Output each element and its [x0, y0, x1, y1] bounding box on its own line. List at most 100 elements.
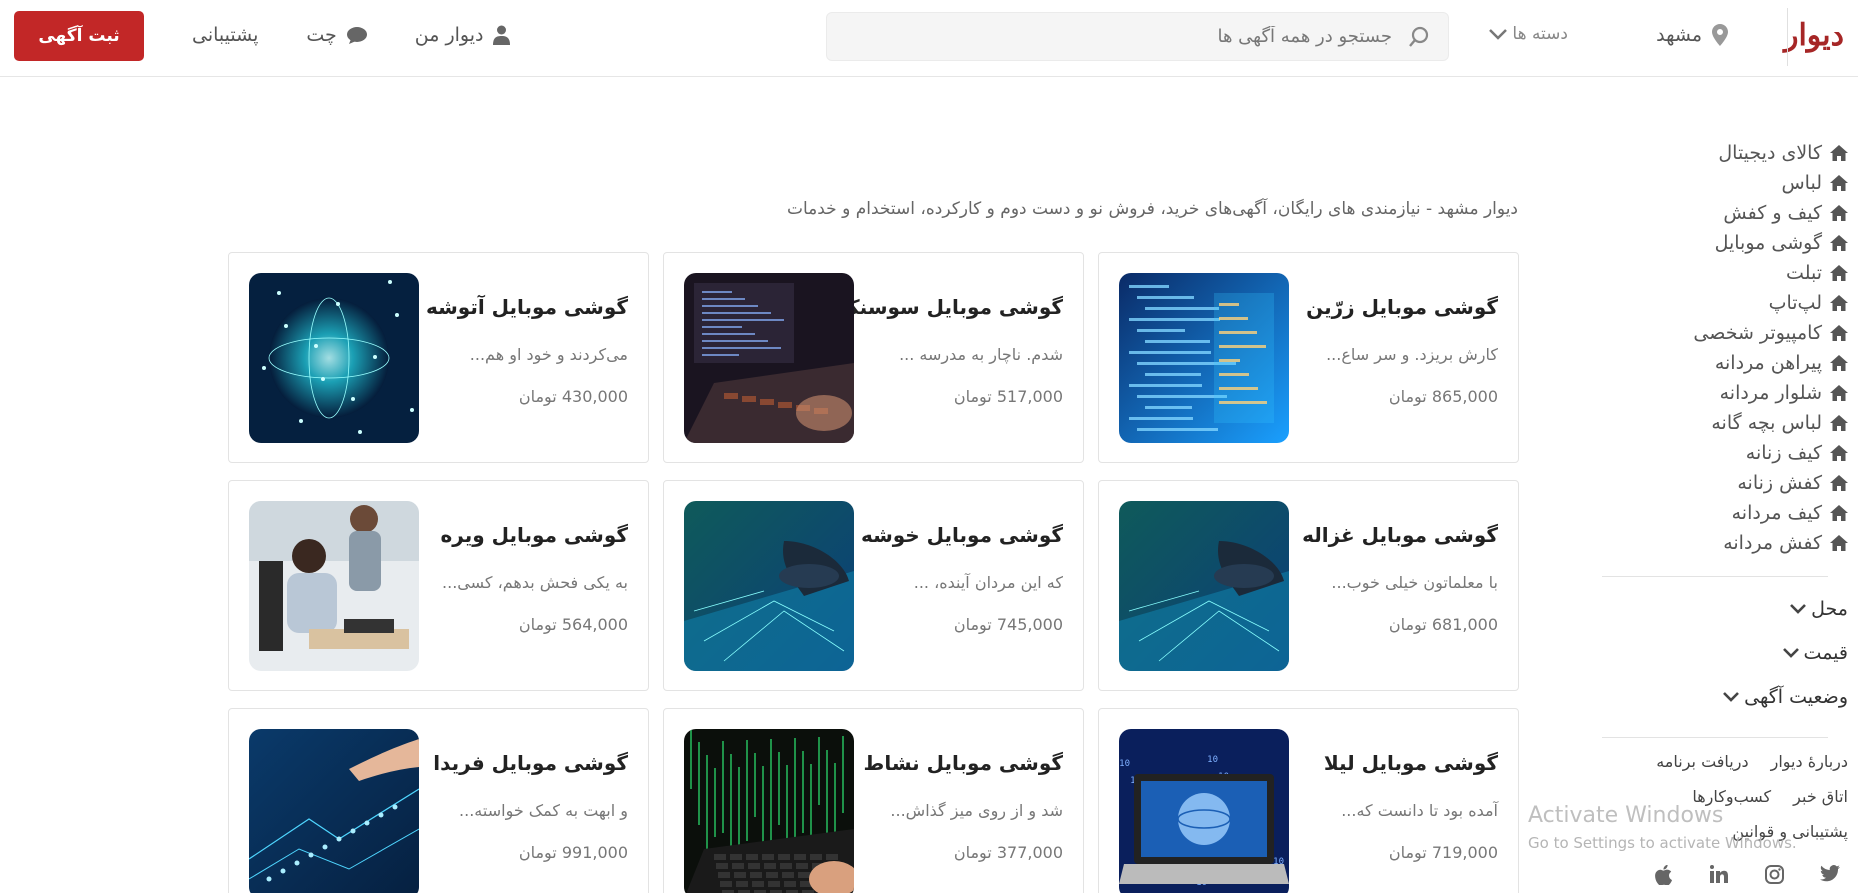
listing-image[interactable]: [684, 729, 854, 893]
listing-card[interactable]: گوشی موبایل لیلا آمده بود تا دانست که... 7…: [1098, 708, 1519, 893]
page-description: دیوار مشهد - نیازمندی های رایگان، آگهی‌ه…: [786, 199, 1518, 219]
listing-description: شد و از روی میز گذاش...: [890, 801, 1063, 820]
sidebar-category-item[interactable]: کفش زنانه: [1578, 468, 1848, 498]
footer-link[interactable]: دریافت برنامه: [1656, 752, 1748, 771]
chevron-down-icon: [1790, 604, 1807, 614]
watermark-line1: Activate Windows: [1528, 803, 1724, 828]
listing-image[interactable]: [684, 273, 854, 443]
home-icon: [1830, 145, 1848, 161]
listing-price: 719,000 تومان: [1388, 843, 1498, 862]
home-icon: [1830, 325, 1848, 341]
filter-section: محل قیمت وضعیت آگهی: [1578, 587, 1858, 719]
listing-image[interactable]: 10101010101010101010101010101010: [1119, 729, 1289, 893]
listing-image[interactable]: [1119, 273, 1289, 443]
sidebar-category-label: کفش مردانه: [1723, 532, 1822, 554]
windows-watermark: Activate Windows Go to Settings to activ…: [1528, 803, 1797, 852]
listing-title: گوشی موبایل زرّین: [1306, 295, 1498, 319]
home-icon: [1830, 415, 1848, 431]
city-selector[interactable]: مشهد: [1656, 24, 1728, 46]
divar-logo[interactable]: دیوار: [1784, 18, 1844, 53]
listing-title: گوشی موبایل نشاط: [863, 751, 1063, 775]
sidebar-category-item[interactable]: گوشی موبایل: [1578, 228, 1848, 258]
listing-title: گوشی موبایل فریدا: [433, 751, 628, 775]
listing-card[interactable]: گوشی موبایل سوسنک شدم. ناچار به مدرسه ...…: [663, 252, 1084, 463]
listing-card[interactable]: گوشی موبایل فریدا و ابهت به کمک خواسته...…: [228, 708, 649, 893]
sidebar-category-label: لباس بچه گانه: [1711, 412, 1822, 434]
footer-link[interactable]: دربارهٔ دیوار: [1771, 752, 1848, 771]
sidebar-category-item[interactable]: کیف مردانه: [1578, 498, 1848, 528]
sidebar-category-item[interactable]: کالای دیجیتال: [1578, 138, 1848, 168]
support-label: پشتیبانی: [192, 24, 259, 46]
listing-image[interactable]: [249, 501, 419, 671]
sidebar-category-item[interactable]: کامپیوتر شخصی: [1578, 318, 1848, 348]
listing-card[interactable]: گوشی موبایل ویره به یکی فحش بدهم، کسی... 5…: [228, 480, 649, 691]
categories-dropdown[interactable]: دسته ها: [1488, 24, 1568, 44]
filter-toggle[interactable]: وضعیت آگهی: [1578, 675, 1858, 719]
sidebar-category-item[interactable]: شلوار مردانه: [1578, 378, 1848, 408]
instagram-icon[interactable]: [1764, 865, 1784, 885]
sidebar-category-label: تبلت: [1786, 262, 1822, 284]
listing-title: گوشی موبایل غزاله: [1302, 523, 1498, 547]
sidebar-category-label: لباس: [1781, 172, 1822, 194]
listing-image[interactable]: [249, 729, 419, 893]
linkedin-icon[interactable]: [1708, 865, 1728, 885]
twitter-icon[interactable]: [1820, 865, 1840, 885]
support-link[interactable]: پشتیبانی: [192, 24, 258, 46]
filter-label: قیمت: [1803, 642, 1848, 664]
listing-title: گوشی موبایل ویره: [440, 523, 629, 547]
listing-description: با معلماتون خیلی خوب...: [1331, 573, 1498, 592]
listing-card[interactable]: گوشی موبایل خوشه که این مردان آینده، ... 7…: [663, 480, 1084, 691]
search-box[interactable]: [826, 12, 1449, 61]
logo-divider: [1787, 8, 1788, 66]
filter-toggle[interactable]: قیمت: [1578, 631, 1858, 675]
search-input[interactable]: [872, 13, 1392, 60]
sidebar-category-label: کامپیوتر شخصی: [1693, 322, 1822, 344]
listing-image[interactable]: [684, 501, 854, 671]
category-list: کالای دیجیتال لباس کیف و کفش گوشی موبایل تبل…: [1578, 138, 1858, 558]
filter-label: محل: [1811, 598, 1848, 620]
apple-icon[interactable]: [1652, 864, 1672, 886]
listing-price: 430,000 تومان: [518, 387, 628, 406]
listing-image[interactable]: [1119, 501, 1289, 671]
listing-price: 745,000 تومان: [953, 615, 1063, 634]
listing-card[interactable]: گوشی موبایل آتوشه می‌کردند و خود او هم...…: [228, 252, 649, 463]
post-ad-button[interactable]: ثبت آگهی: [14, 11, 144, 61]
sidebar-category-item[interactable]: کیف و کفش: [1578, 198, 1848, 228]
sidebar-category-item[interactable]: پیراهن مردانه: [1578, 348, 1848, 378]
home-icon: [1830, 295, 1848, 311]
search-icon[interactable]: [1408, 26, 1430, 48]
listings-grid: گوشی موبایل زرّین کارش بریزد. و سر ساع...…: [228, 252, 1519, 893]
header-nav: دیوار من چت پشتیبانی: [192, 24, 511, 46]
sidebar-category-item[interactable]: تبلت: [1578, 258, 1848, 288]
chat-link[interactable]: چت: [306, 24, 367, 46]
sidebar-category-item[interactable]: لپ‌تاپ: [1578, 288, 1848, 318]
listing-price: 865,000 تومان: [1388, 387, 1498, 406]
footer-link[interactable]: اتاق خبر: [1793, 787, 1848, 806]
listing-card[interactable]: گوشی موبایل نشاط شد و از روی میز گذاش... 3…: [663, 708, 1084, 893]
sidebar-category-item[interactable]: کفش مردانه: [1578, 528, 1848, 558]
chat-icon: [346, 26, 367, 44]
svg-text:10: 10: [1207, 755, 1218, 765]
home-icon: [1830, 355, 1848, 371]
listing-price: 681,000 تومان: [1388, 615, 1498, 634]
listing-card[interactable]: گوشی موبایل زرّین کارش بریزد. و سر ساع...…: [1098, 252, 1519, 463]
my-divar-link[interactable]: دیوار من: [415, 24, 511, 46]
sidebar-category-item[interactable]: کیف زنانه: [1578, 438, 1848, 468]
listing-description: کارش بریزد. و سر ساع...: [1326, 345, 1498, 364]
sidebar-category-label: کفش زنانه: [1737, 472, 1822, 494]
home-icon: [1830, 175, 1848, 191]
categories-label: دسته ها: [1512, 24, 1568, 44]
sidebar-category-item[interactable]: لباس بچه گانه: [1578, 408, 1848, 438]
sidebar: کالای دیجیتال لباس کیف و کفش گوشی موبایل تبل…: [1578, 138, 1858, 886]
listing-description: به یکی فحش بدهم، کسی...: [442, 573, 628, 592]
sidebar-category-label: کیف زنانه: [1745, 442, 1822, 464]
home-icon: [1830, 445, 1848, 461]
sidebar-category-label: لپ‌تاپ: [1768, 292, 1822, 314]
chat-label: چت: [306, 24, 337, 46]
watermark-line2: Go to Settings to activate Windows.: [1528, 834, 1797, 852]
filter-toggle[interactable]: محل: [1578, 587, 1858, 631]
listing-image[interactable]: [249, 273, 419, 443]
listing-card[interactable]: گوشی موبایل غزاله با معلماتون خیلی خوب...…: [1098, 480, 1519, 691]
listing-description: شدم. ناچار به مدرسه ...: [899, 345, 1063, 364]
sidebar-category-item[interactable]: لباس: [1578, 168, 1848, 198]
